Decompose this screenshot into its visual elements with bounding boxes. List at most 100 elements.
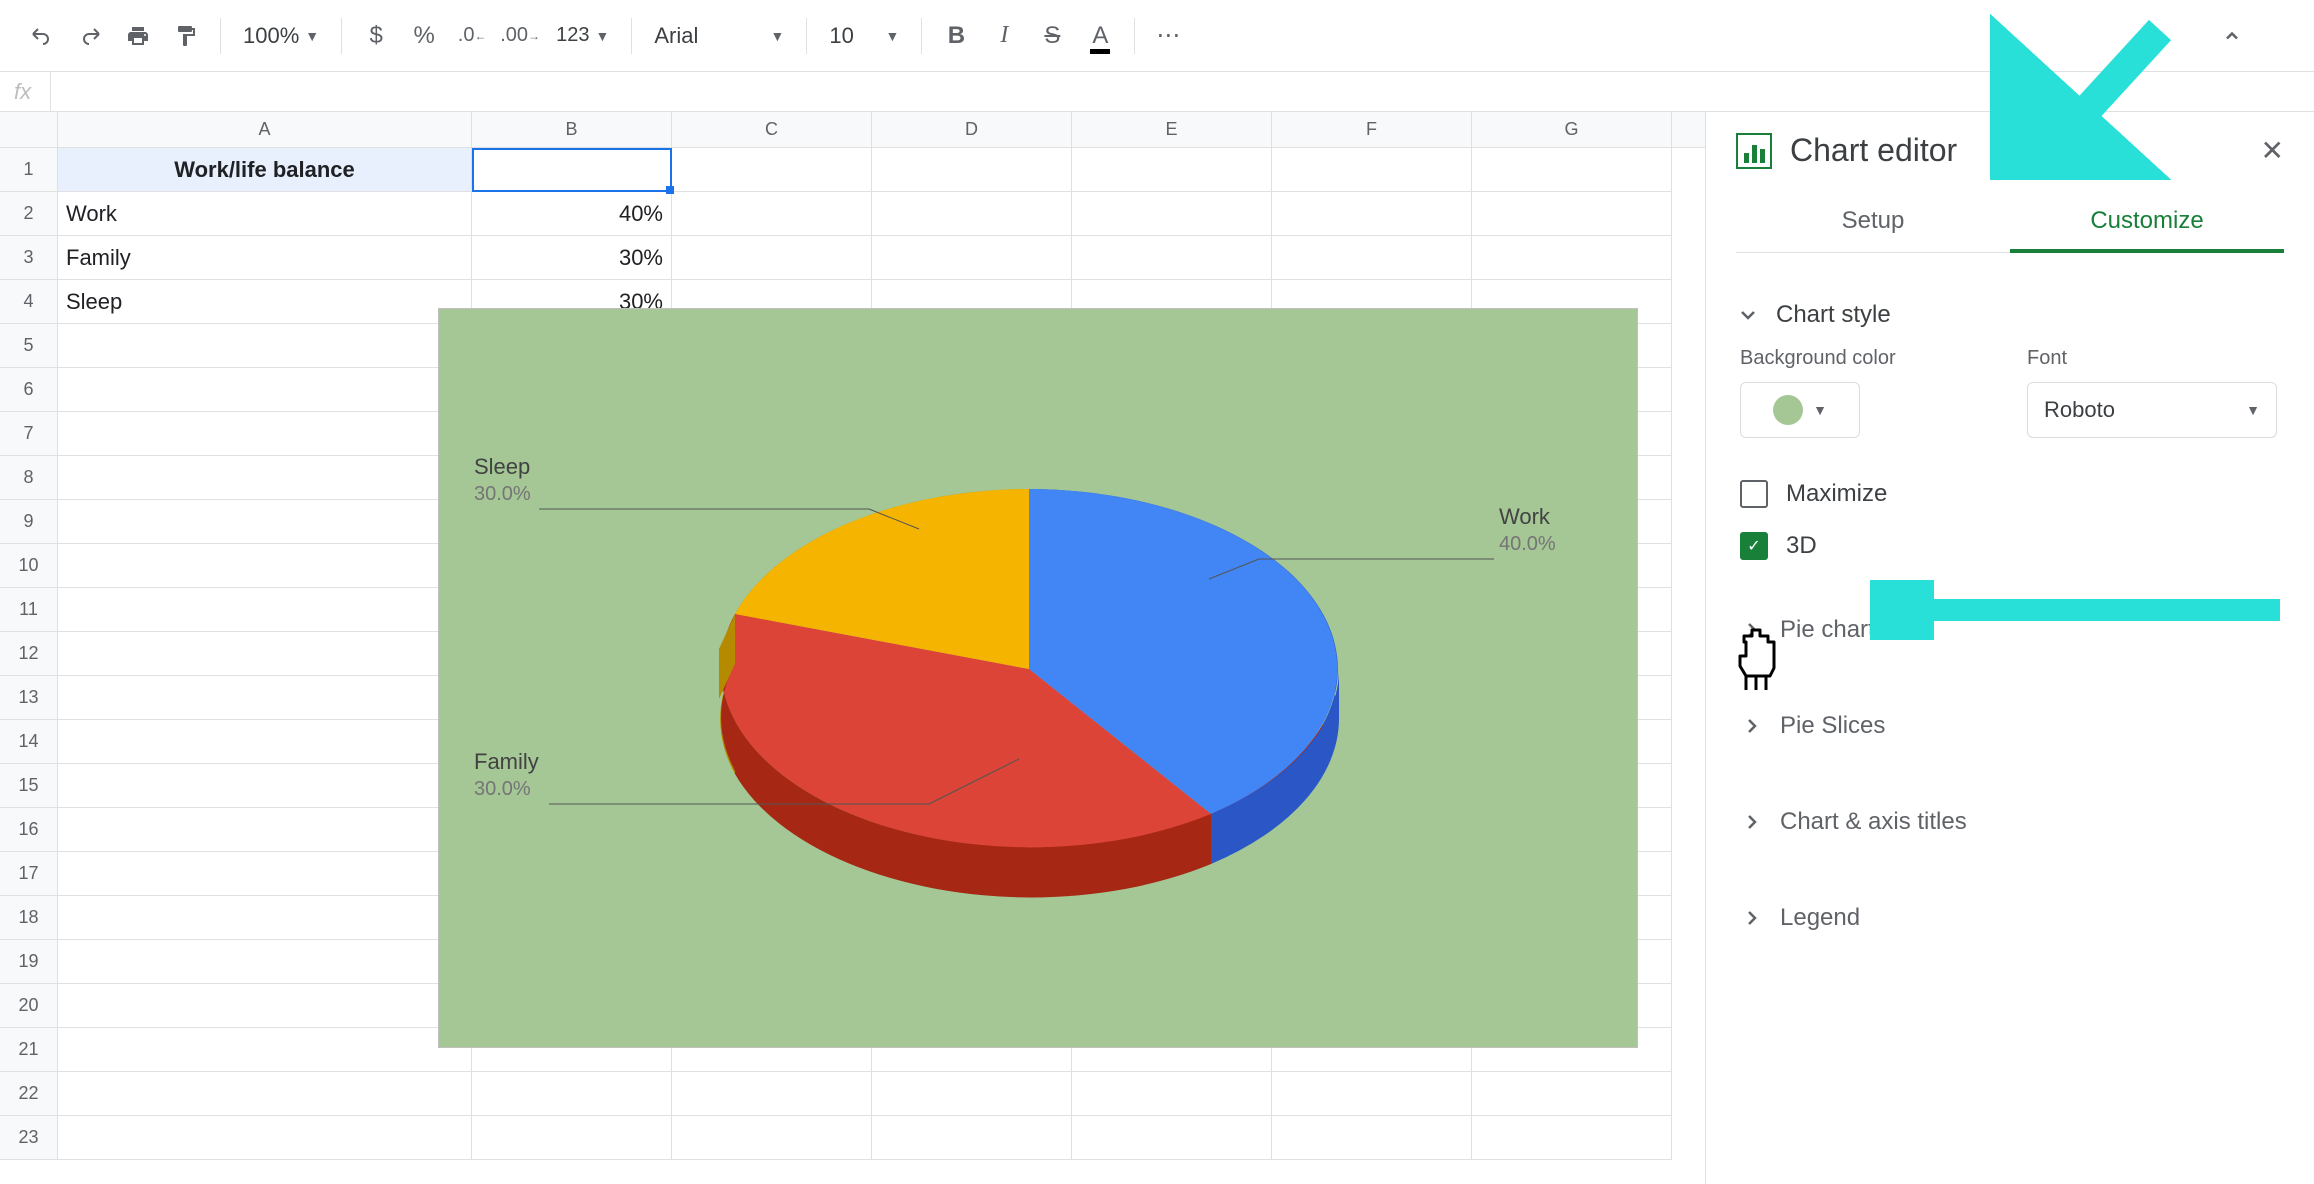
- checkbox-3d[interactable]: ✓: [1740, 532, 1768, 560]
- font-dropdown[interactable]: Arial▼: [644, 14, 794, 58]
- section-legend[interactable]: Legend: [1736, 880, 2284, 956]
- col-header-F[interactable]: F: [1272, 112, 1472, 147]
- cell[interactable]: [58, 500, 472, 544]
- cell[interactable]: [58, 764, 472, 808]
- cell[interactable]: [58, 368, 472, 412]
- cell-B2[interactable]: 40%: [472, 192, 672, 236]
- cell[interactable]: [1072, 236, 1272, 280]
- cell[interactable]: [472, 1072, 672, 1116]
- select-all-corner[interactable]: [0, 112, 58, 147]
- row-header-16[interactable]: 16: [0, 808, 58, 852]
- row-header-5[interactable]: 5: [0, 324, 58, 368]
- fontsize-dropdown[interactable]: 10▼: [819, 14, 909, 58]
- cell[interactable]: [1072, 148, 1272, 192]
- section-chart-style[interactable]: Chart style: [1736, 283, 2284, 347]
- cell[interactable]: [1472, 148, 1672, 192]
- cell[interactable]: [672, 236, 872, 280]
- row-header-13[interactable]: 13: [0, 676, 58, 720]
- cell-A4[interactable]: Sleep: [58, 280, 472, 324]
- cell[interactable]: [1472, 192, 1672, 236]
- cell[interactable]: [58, 456, 472, 500]
- section-pie-chart[interactable]: Pie chart: [1736, 592, 2284, 668]
- close-button[interactable]: ✕: [2261, 134, 2284, 167]
- cell[interactable]: [58, 324, 472, 368]
- col-header-E[interactable]: E: [1072, 112, 1272, 147]
- row-header-1[interactable]: 1: [0, 148, 58, 192]
- percent-button[interactable]: %: [402, 14, 446, 58]
- cell[interactable]: [672, 148, 872, 192]
- print-button[interactable]: [116, 14, 160, 58]
- cell[interactable]: [1272, 192, 1472, 236]
- cell[interactable]: [1272, 1116, 1472, 1160]
- cell[interactable]: [1472, 236, 1672, 280]
- row-header-23[interactable]: 23: [0, 1116, 58, 1160]
- format-dropdown[interactable]: 123▼: [546, 14, 619, 58]
- row-header-19[interactable]: 19: [0, 940, 58, 984]
- text-color-button[interactable]: A: [1078, 14, 1122, 58]
- tab-setup[interactable]: Setup: [1736, 193, 2010, 252]
- cell-B3[interactable]: 30%: [472, 236, 672, 280]
- row-header-2[interactable]: 2: [0, 192, 58, 236]
- cell[interactable]: [1472, 1116, 1672, 1160]
- cell-A1[interactable]: Work/life balance: [58, 148, 472, 192]
- cell[interactable]: [58, 720, 472, 764]
- redo-button[interactable]: [68, 14, 112, 58]
- row-header-7[interactable]: 7: [0, 412, 58, 456]
- tab-customize[interactable]: Customize: [2010, 193, 2284, 253]
- cell[interactable]: [672, 1072, 872, 1116]
- bold-button[interactable]: B: [934, 14, 978, 58]
- cell[interactable]: [58, 588, 472, 632]
- row-header-11[interactable]: 11: [0, 588, 58, 632]
- cell[interactable]: [58, 632, 472, 676]
- cell[interactable]: [58, 808, 472, 852]
- cell[interactable]: [58, 1116, 472, 1160]
- cell[interactable]: [1272, 148, 1472, 192]
- cell[interactable]: [1472, 1072, 1672, 1116]
- cell[interactable]: [1072, 1072, 1272, 1116]
- section-pie-slices[interactable]: Pie Slices: [1736, 688, 2284, 764]
- more-button[interactable]: ⋯: [1147, 14, 1191, 58]
- cell[interactable]: [1272, 1072, 1472, 1116]
- decrease-decimal-button[interactable]: .0←: [450, 14, 494, 58]
- cell[interactable]: [1272, 236, 1472, 280]
- col-header-C[interactable]: C: [672, 112, 872, 147]
- cell[interactable]: [58, 1028, 472, 1072]
- row-header-12[interactable]: 12: [0, 632, 58, 676]
- row-header-4[interactable]: 4: [0, 280, 58, 324]
- cell[interactable]: [872, 236, 1072, 280]
- cell[interactable]: [872, 148, 1072, 192]
- cell[interactable]: [672, 192, 872, 236]
- row-header-6[interactable]: 6: [0, 368, 58, 412]
- col-header-B[interactable]: B: [472, 112, 672, 147]
- checkbox-maximize[interactable]: [1740, 480, 1768, 508]
- cell[interactable]: [1072, 192, 1272, 236]
- row-header-14[interactable]: 14: [0, 720, 58, 764]
- cell[interactable]: [58, 940, 472, 984]
- row-header-9[interactable]: 9: [0, 500, 58, 544]
- row-header-18[interactable]: 18: [0, 896, 58, 940]
- strikethrough-button[interactable]: S: [1030, 14, 1074, 58]
- pie-chart[interactable]: Work40.0% Sleep30.0% Family30.0%: [438, 308, 1638, 1048]
- cell[interactable]: [58, 544, 472, 588]
- section-chart-axis-titles[interactable]: Chart & axis titles: [1736, 784, 2284, 860]
- cell[interactable]: [672, 1116, 872, 1160]
- cell[interactable]: [58, 852, 472, 896]
- cell[interactable]: [872, 1072, 1072, 1116]
- row-header-10[interactable]: 10: [0, 544, 58, 588]
- cell[interactable]: [472, 1116, 672, 1160]
- cell[interactable]: [58, 896, 472, 940]
- zoom-dropdown[interactable]: 100%▼: [233, 14, 329, 58]
- cell[interactable]: [1072, 1116, 1272, 1160]
- row-header-8[interactable]: 8: [0, 456, 58, 500]
- cell[interactable]: [58, 1072, 472, 1116]
- row-header-20[interactable]: 20: [0, 984, 58, 1028]
- formula-input[interactable]: [50, 72, 2314, 111]
- font-picker[interactable]: Roboto ▼: [2027, 382, 2277, 438]
- undo-button[interactable]: [20, 14, 64, 58]
- row-header-15[interactable]: 15: [0, 764, 58, 808]
- row-header-17[interactable]: 17: [0, 852, 58, 896]
- increase-decimal-button[interactable]: .00→: [498, 14, 542, 58]
- cell[interactable]: [58, 412, 472, 456]
- col-header-A[interactable]: A: [58, 112, 472, 147]
- cell[interactable]: [58, 984, 472, 1028]
